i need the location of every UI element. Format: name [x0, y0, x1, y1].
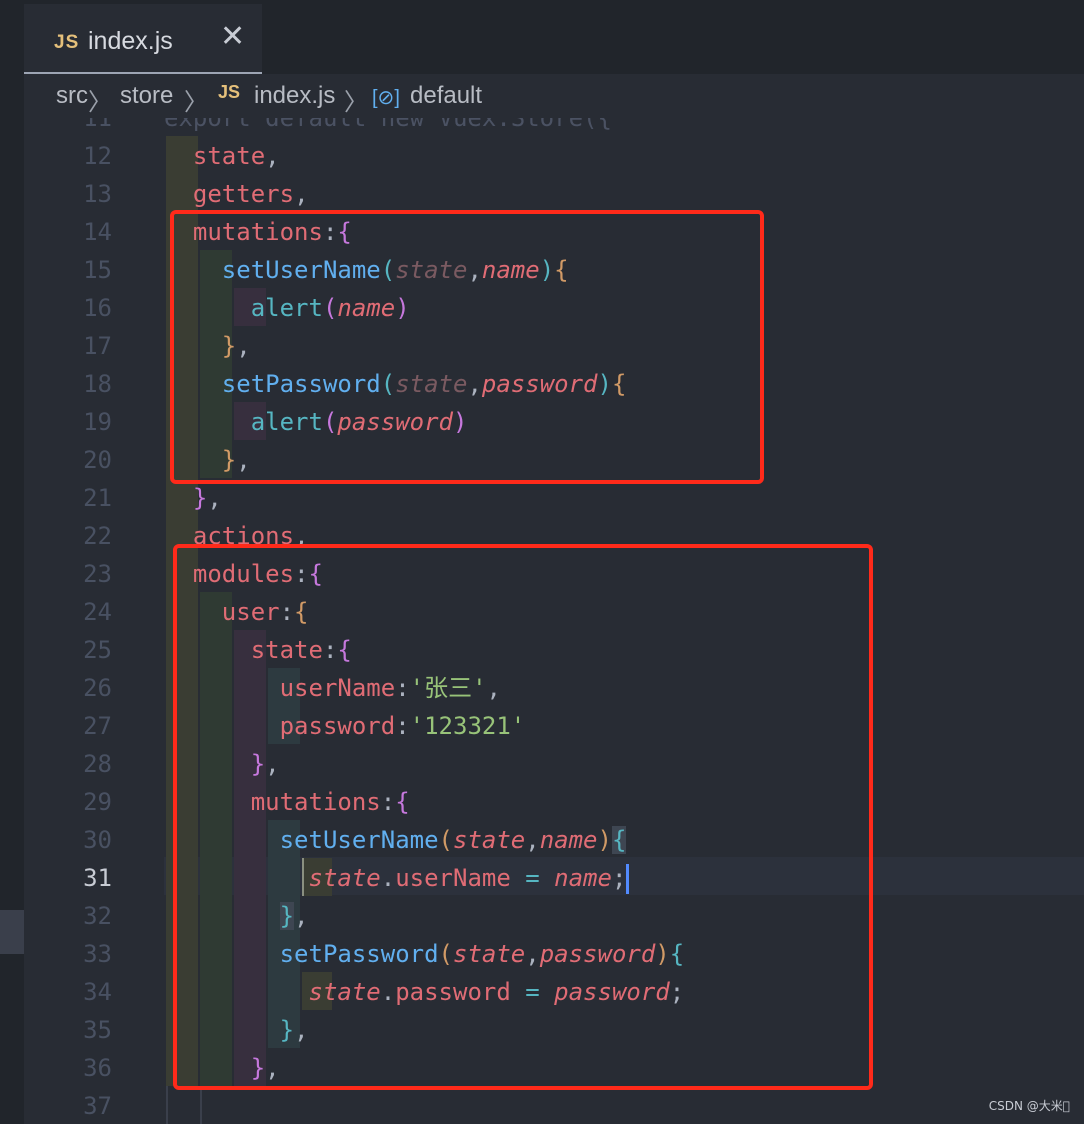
line-number: 19	[83, 408, 112, 436]
line-number: 27	[83, 712, 112, 740]
tab-bar: JS index.js ✕	[24, 0, 1084, 74]
line-number: 30	[83, 826, 112, 854]
line-number: 31	[83, 864, 112, 892]
breadcrumb-item-file[interactable]: index.js	[254, 82, 335, 110]
tab-index-js[interactable]: JS index.js ✕	[24, 4, 262, 74]
annotation-box-modules	[173, 544, 873, 1090]
javascript-file-icon: JS	[54, 32, 80, 53]
code-line[interactable]: 37	[24, 1087, 1084, 1124]
code-text: state,	[192, 142, 280, 170]
line-number: 20	[83, 446, 112, 474]
chevron-right-icon: 〉	[344, 89, 368, 116]
line-number: 15	[83, 256, 112, 284]
line-number: 21	[83, 484, 112, 512]
code-line[interactable]: 13 getters,	[24, 175, 1084, 213]
line-number: 28	[83, 750, 112, 778]
chevron-right-icon: 〉	[184, 89, 208, 116]
line-number: 23	[83, 560, 112, 588]
close-icon[interactable]: ✕	[220, 22, 245, 52]
line-number: 26	[83, 674, 112, 702]
line-number: 13	[83, 180, 112, 208]
symbol-icon: [⊘]	[372, 87, 400, 109]
line-number: 35	[83, 1016, 112, 1044]
line-number: 32	[83, 902, 112, 930]
line-number: 24	[83, 598, 112, 626]
activity-bar	[0, 0, 24, 1124]
line-number: 25	[83, 636, 112, 664]
breadcrumb-item-store[interactable]: store	[120, 82, 173, 110]
line-number: 22	[83, 522, 112, 550]
line-number: 17	[83, 332, 112, 360]
code-line[interactable]: 11 export default new Vuex.Store({	[24, 118, 1084, 137]
line-number: 33	[83, 940, 112, 968]
line-number: 29	[83, 788, 112, 816]
line-number: 12	[83, 142, 112, 170]
line-number: 11	[83, 118, 112, 132]
line-number: 18	[83, 370, 112, 398]
line-number: 36	[83, 1054, 112, 1082]
line-number: 34	[83, 978, 112, 1006]
line-number: 16	[83, 294, 112, 322]
code-line[interactable]: 21 },	[24, 479, 1084, 517]
annotation-box-mutations	[170, 210, 764, 484]
code-text: },	[192, 484, 222, 512]
line-number: 14	[83, 218, 112, 246]
line-number: 37	[83, 1092, 112, 1120]
code-text: getters,	[192, 180, 309, 208]
activity-bar-indicator	[0, 910, 24, 954]
breadcrumb-item-symbol[interactable]: default	[410, 82, 482, 110]
breadcrumb-item-src[interactable]: src	[56, 82, 88, 110]
breadcrumb: src 〉 store 〉 JS index.js 〉 [⊘] default	[24, 74, 1084, 118]
tab-label: index.js	[88, 27, 173, 55]
code-line[interactable]: 12 state,	[24, 137, 1084, 175]
javascript-file-icon: JS	[218, 82, 241, 102]
chevron-right-icon: 〉	[88, 89, 112, 116]
watermark: CSDN @大米 	[988, 1099, 1070, 1113]
code-text: export default new Vuex.Store({	[164, 118, 612, 132]
